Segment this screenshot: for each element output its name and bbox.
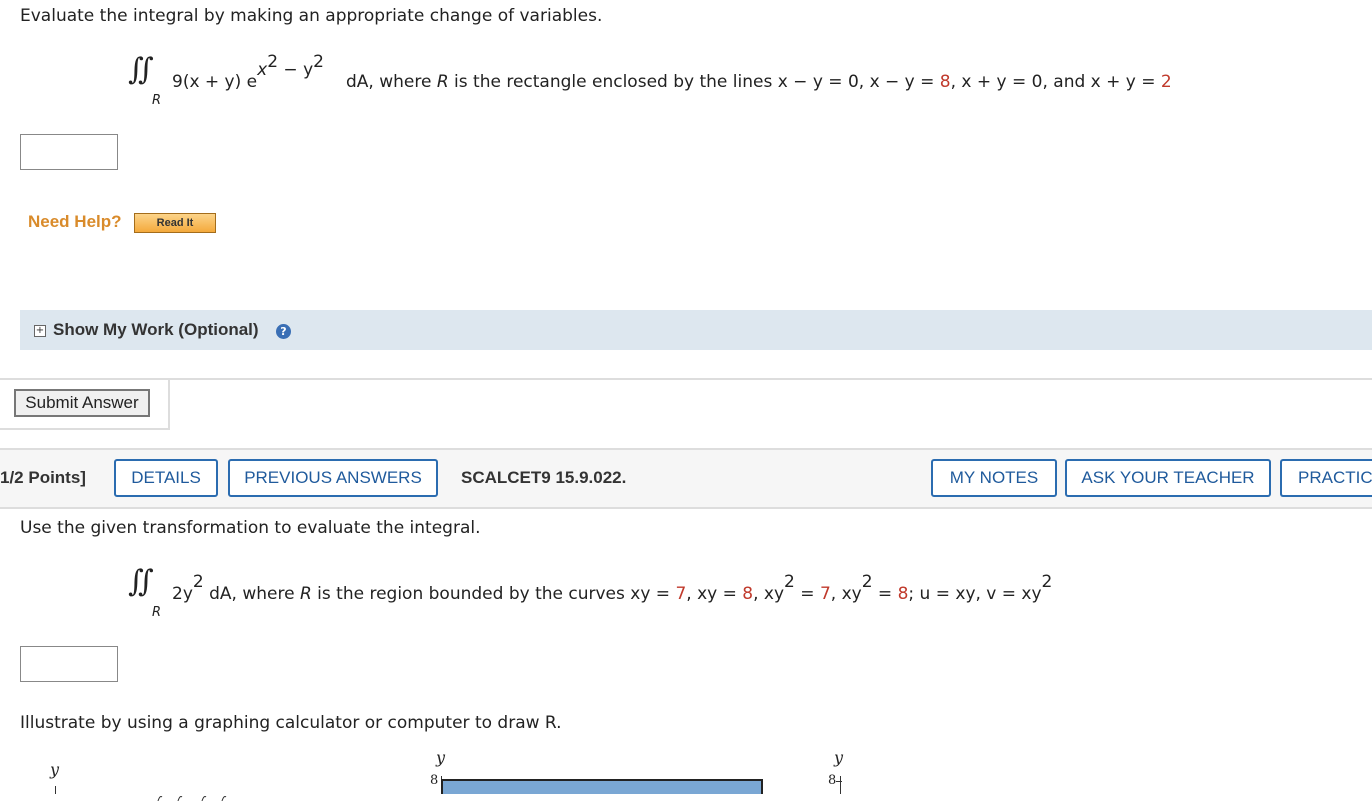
transformation-sq: 2 bbox=[1041, 572, 1053, 592]
problem2-integral: ∬ bbox=[128, 564, 154, 599]
graph2-y-label: y bbox=[436, 748, 446, 767]
text-rest-2: is the region bounded by the curves bbox=[311, 584, 631, 604]
graph1-curves bbox=[156, 786, 236, 805]
problem1-expression: 9(x + y) ex2 − y2 bbox=[172, 52, 324, 92]
exponent-sq1: 2 bbox=[267, 52, 279, 72]
show-my-work-label[interactable]: Show My Work (Optional) bbox=[53, 320, 259, 340]
text-R-2: R bbox=[299, 584, 312, 604]
my-notes-button[interactable]: MY NOTES bbox=[931, 459, 1057, 497]
problem1-answer-input[interactable] bbox=[20, 134, 118, 170]
graph2-region[interactable] bbox=[441, 779, 763, 794]
curve3-sq: 2 bbox=[784, 572, 795, 592]
graph1-y-label: y bbox=[50, 760, 60, 779]
curve3-eq: = bbox=[794, 584, 820, 604]
problem-code: SCALCET9 15.9.022. bbox=[461, 468, 627, 487]
problem2-prompt: Use the given transformation to evaluate… bbox=[20, 518, 481, 538]
value-2: 2 bbox=[1160, 72, 1172, 92]
problem2-region-subscript: R bbox=[152, 605, 162, 620]
curve3: , xy bbox=[753, 584, 785, 604]
problem2-expression: 2y2 dA, where R is the region bounded by… bbox=[172, 572, 1052, 604]
problem1-integral: ∬ bbox=[128, 52, 154, 87]
details-button[interactable]: DETAILS bbox=[114, 459, 218, 497]
problem1-prompt: Evaluate the integral by making an appro… bbox=[20, 6, 603, 26]
exponent-x: x bbox=[257, 60, 268, 80]
exponent-sq2: 2 bbox=[313, 52, 324, 72]
text-rest: is the rectangle enclosed by the lines bbox=[448, 72, 778, 92]
read-it-button[interactable]: Read It bbox=[134, 213, 216, 233]
section-divider-header-bottom bbox=[0, 507, 1372, 509]
value-1: 8 bbox=[939, 72, 951, 92]
integrand-2: 2y bbox=[172, 584, 193, 604]
line1: x − y = 0, x − y = bbox=[777, 72, 940, 92]
graph3-y-axis bbox=[840, 776, 841, 794]
expand-plus-icon[interactable]: + bbox=[34, 325, 46, 337]
curve1-value: 7 bbox=[675, 584, 687, 604]
curve4-eq: = bbox=[872, 584, 898, 604]
transformation: ; u = xy, v = xy bbox=[908, 584, 1042, 604]
section-divider-top bbox=[0, 378, 1372, 380]
integrand-sq: 2 bbox=[192, 572, 204, 592]
curve1: xy = bbox=[630, 584, 676, 604]
line2: , x + y = 0, and x + y = bbox=[950, 72, 1161, 92]
text-R: R bbox=[436, 72, 449, 92]
double-integral-symbol: ∬ bbox=[128, 52, 154, 87]
curve2: , xy = bbox=[686, 584, 743, 604]
problem1-region-subscript: R bbox=[152, 93, 162, 108]
help-question-icon[interactable]: ? bbox=[276, 324, 291, 339]
illustrate-prompt: Illustrate by using a graphing calculato… bbox=[20, 713, 562, 733]
curve4-sq: 2 bbox=[861, 572, 873, 592]
submit-answer-button[interactable]: Submit Answer bbox=[14, 389, 150, 417]
text-dA-2: dA, where bbox=[203, 584, 300, 604]
curve4: , xy bbox=[830, 584, 862, 604]
graph3-y-label: y bbox=[834, 748, 844, 767]
curve2-value: 8 bbox=[742, 584, 754, 604]
graph1-y-axis bbox=[55, 786, 56, 794]
ask-your-teacher-button[interactable]: ASK YOUR TEACHER bbox=[1065, 459, 1271, 497]
previous-answers-button[interactable]: PREVIOUS ANSWERS bbox=[228, 459, 438, 497]
need-help-label: Need Help? bbox=[28, 212, 122, 231]
integrand: 9(x + y) e bbox=[172, 72, 258, 92]
double-integral-symbol-2: ∬ bbox=[128, 564, 154, 599]
graph3-tick-mark bbox=[836, 781, 842, 782]
problem1-description: dA, where R is the rectangle enclosed by… bbox=[346, 72, 1172, 92]
practice-button[interactable]: PRACTIC bbox=[1280, 459, 1372, 497]
curve3-value: 7 bbox=[819, 584, 831, 604]
points-label: 1/2 Points] bbox=[0, 468, 86, 487]
problem2-answer-input[interactable] bbox=[20, 646, 118, 682]
text-dA: dA, where bbox=[346, 72, 437, 92]
graph2-tick-8: 8 bbox=[430, 773, 439, 788]
exponent-minus: − y bbox=[278, 60, 314, 80]
curve4-value: 8 bbox=[897, 584, 909, 604]
